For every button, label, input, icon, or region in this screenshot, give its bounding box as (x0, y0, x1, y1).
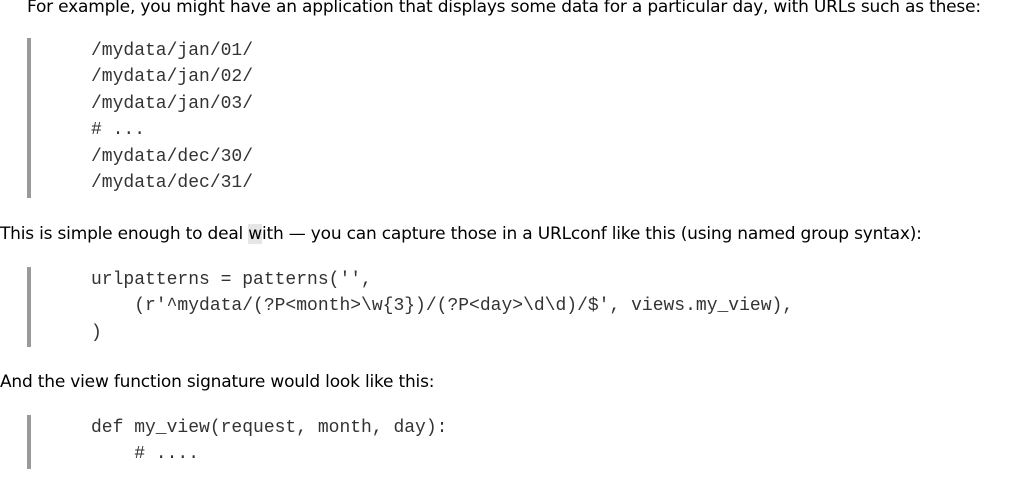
code-view-function: def my_view(request, month, day): # .... (31, 415, 447, 468)
code-line: /mydata/dec/31/ (91, 172, 254, 193)
view-signature-paragraph: And the view function signature would lo… (0, 372, 435, 392)
code-line: /mydata/jan/02/ (91, 67, 254, 88)
code-line: # ... (91, 120, 146, 141)
code-line: (r'^mydata/(?P<month>\w{3})/(?P<day>\d\d… (91, 296, 794, 317)
code-block-urls: /mydata/jan/01/ /mydata/jan/02/ /mydata/ja… (27, 38, 253, 198)
code-line: /mydata/dec/30/ (91, 146, 254, 167)
code-line: /mydata/jan/03/ (91, 93, 254, 114)
code-line: def my_view(request, month, day): (91, 418, 448, 438)
code-block-view: def my_view(request, month, day): # .... (27, 415, 447, 469)
urlconf-text-end: ith — you can capture those in a URLconf… (262, 224, 922, 244)
code-line: urlpatterns = patterns('', (91, 270, 372, 290)
code-line: /mydata/jan/01/ (91, 41, 254, 61)
code-urlpatterns: urlpatterns = patterns('', (r'^mydata/(?… (31, 267, 793, 346)
code-line: # .... (91, 444, 200, 465)
code-line: ) (91, 322, 102, 343)
code-urls: /mydata/jan/01/ /mydata/jan/02/ /mydata/ja… (31, 38, 253, 196)
urlconf-paragraph: This is simple enough to deal with — you… (0, 224, 922, 244)
code-block-urlpatterns: urlpatterns = patterns('', (r'^mydata/(?… (27, 267, 793, 347)
text-highlight: w (248, 224, 263, 244)
intro-paragraph: For example, you might have an applicati… (27, 0, 981, 17)
urlconf-text-start: This is simple enough to deal (0, 224, 249, 244)
